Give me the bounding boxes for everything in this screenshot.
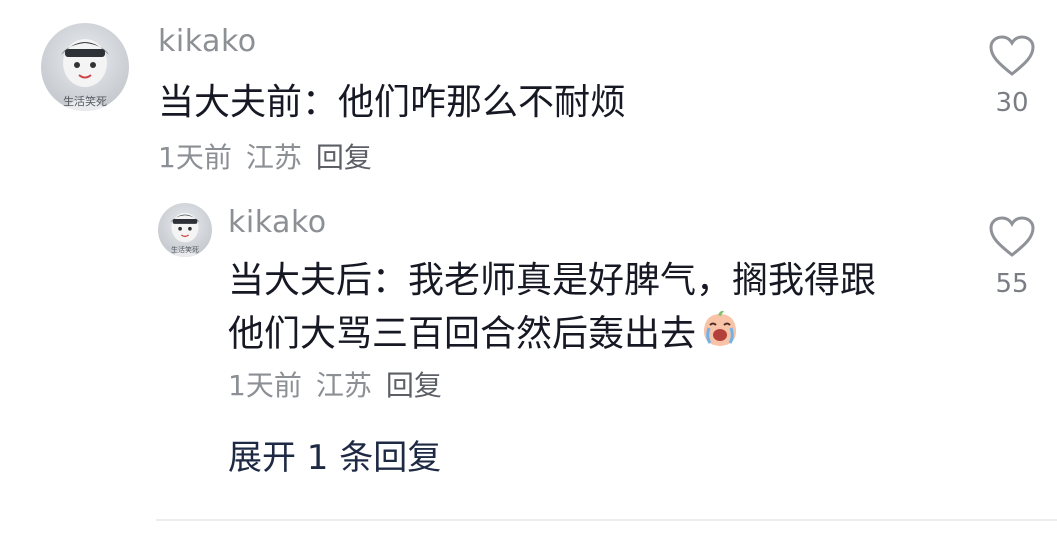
comment-location: 江苏 — [245, 141, 302, 174]
reply-avatar[interactable]: 生活笑死 — [158, 203, 212, 257]
reply-like-button[interactable]: 55 — [982, 215, 1042, 299]
reply-text-line1: 当大夫后：我老师真是好脾气，搁我得跟 — [228, 260, 877, 301]
comment-time: 1天前 — [158, 141, 232, 174]
heart-outline-icon — [989, 35, 1035, 76]
reply-avatar-caption: 生活笑死 — [171, 246, 199, 254]
comment-meta: 1天前 江苏 回复 — [158, 136, 386, 176]
divider — [156, 519, 1057, 521]
heart-outline-icon — [989, 216, 1035, 257]
laughing-crying-peach-emoji — [700, 309, 740, 362]
reply-username[interactable]: kikako — [228, 205, 327, 240]
reply-reply-button[interactable]: 回复 — [386, 369, 442, 402]
comment-text: 当大夫前：他们咋那么不耐烦 — [158, 82, 627, 123]
expand-replies-button[interactable]: 展开 1 条回复 — [228, 430, 441, 479]
avatar-caption: 生活笑死 — [63, 95, 107, 108]
reply-like-count: 55 — [995, 269, 1029, 299]
comment-like-button[interactable]: 30 — [982, 34, 1042, 118]
reply-location: 江苏 — [315, 369, 372, 402]
reply-meta: 1天前 江苏 回复 — [228, 364, 456, 404]
reply-text-line2: 他们大骂三百回合然后轰出去 — [228, 309, 876, 362]
comment-username[interactable]: kikako — [158, 24, 257, 59]
reply-text-line2-text: 他们大骂三百回合然后轰出去 — [228, 313, 697, 355]
reply-text: 当大夫后：我老师真是好脾气，搁我得跟 他们大骂三百回合然后轰出去 — [228, 258, 876, 362]
comment-like-count: 30 — [995, 88, 1029, 118]
comment-reply-button[interactable]: 回复 — [316, 141, 372, 174]
avatar[interactable]: 生活笑死 — [41, 23, 129, 111]
reply-time: 1天前 — [228, 369, 302, 402]
